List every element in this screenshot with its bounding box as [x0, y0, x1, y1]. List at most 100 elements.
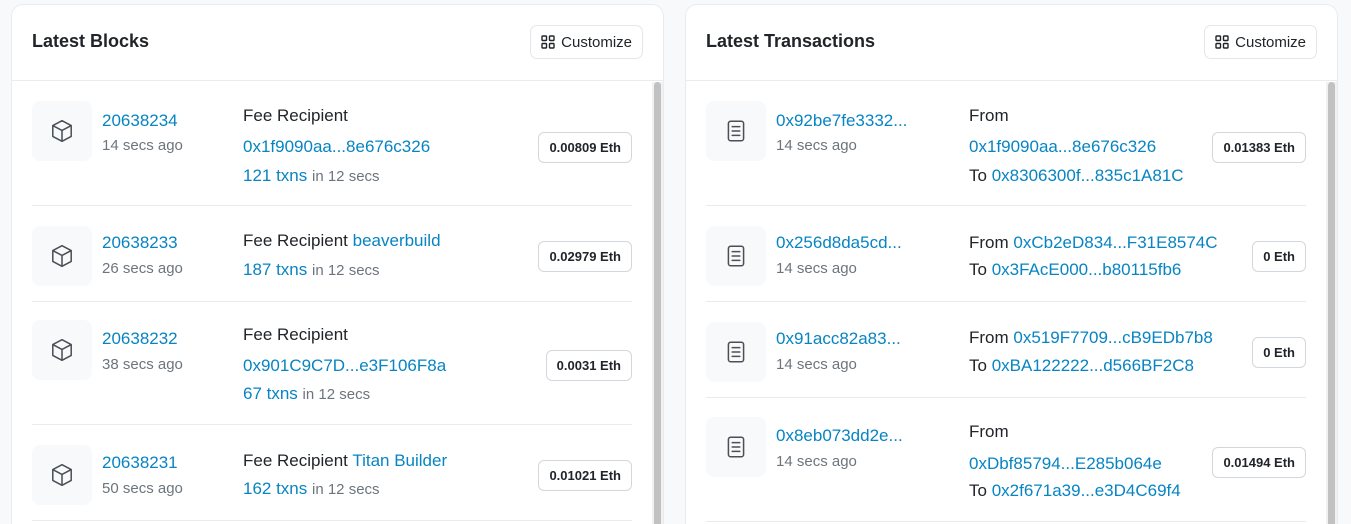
- block-number-link[interactable]: 20638231: [102, 453, 178, 473]
- block-time: in 12 secs: [312, 481, 380, 498]
- latest-blocks-title: Latest Blocks: [32, 31, 150, 51]
- to-address-link[interactable]: 0x8306300f...835c1A81C: [992, 166, 1184, 185]
- block-number-link[interactable]: 20638233: [102, 233, 178, 253]
- transaction-row: 0x8eb073dd2e... 14 secs ago From 0xDbf85…: [706, 398, 1306, 522]
- block-age: 26 secs ago: [102, 260, 183, 277]
- transaction-row: 0x256d8da5cd... 14 secs ago From 0xCb2eD…: [706, 206, 1306, 302]
- block-row: 20638232 38 secs ago Fee Recipient 0x901…: [32, 302, 632, 425]
- block-number-link[interactable]: 20638232: [102, 329, 178, 349]
- latest-transactions-card: Latest Transactions Customize 0x92be7fe3…: [685, 4, 1338, 524]
- to-label: To: [969, 166, 987, 185]
- from-line: From 0x519F7709...cB9EDb7b8: [969, 328, 1213, 348]
- fee-recipient-label: Fee Recipient: [243, 106, 348, 125]
- block-time: in 12 secs: [302, 386, 371, 403]
- fee-recipient-link[interactable]: beaverbuild: [353, 231, 441, 250]
- document-icon: [727, 120, 745, 142]
- block-txns-link[interactable]: 67 txns: [243, 384, 298, 403]
- block-txns-link[interactable]: 121 txns: [243, 166, 307, 185]
- transaction-hash-link[interactable]: 0x8eb073dd2e...: [776, 426, 903, 446]
- document-icon: [727, 341, 745, 363]
- block-txns-link[interactable]: 187 txns: [243, 260, 307, 279]
- transaction-age: 14 secs ago: [776, 260, 857, 277]
- from-address-link[interactable]: 0x1f9090aa...8e676c326: [969, 137, 1156, 157]
- to-label: To: [969, 260, 987, 279]
- transaction-value-badge: 0 Eth: [1252, 241, 1306, 272]
- transaction-hash-link[interactable]: 0x91acc82a83...: [776, 329, 901, 349]
- block-reward-badge: 0.0031 Eth: [545, 350, 632, 381]
- blocks-customize-button[interactable]: Customize: [530, 25, 643, 59]
- to-line: To 0x2f671a39...e3D4C69f4: [969, 481, 1181, 501]
- fee-recipient-link[interactable]: Titan Builder: [352, 451, 447, 470]
- cube-icon: [52, 244, 72, 268]
- fee-recipient-link[interactable]: 0x901C9C7D...e3F106F8a: [243, 356, 446, 376]
- transactions-customize-label: Customize: [1235, 33, 1306, 51]
- block-txns: 121 txns in 12 secs: [243, 166, 380, 186]
- block-tile: [32, 320, 92, 380]
- latest-transactions-title: Latest Transactions: [706, 31, 876, 51]
- transaction-tile: [706, 417, 766, 477]
- block-tile: [32, 101, 92, 161]
- fee-recipient-link[interactable]: 0x1f9090aa...8e676c326: [243, 137, 430, 157]
- to-address-link[interactable]: 0x2f671a39...e3D4C69f4: [992, 481, 1181, 500]
- from-address-link[interactable]: 0xCb2eD834...F31E8574C: [1013, 233, 1217, 252]
- from-line: From 0xCb2eD834...F31E8574C: [969, 233, 1218, 253]
- to-line: To 0x8306300f...835c1A81C: [969, 166, 1184, 186]
- transactions-customize-button[interactable]: Customize: [1204, 25, 1317, 59]
- blocks-customize-label: Customize: [561, 33, 632, 51]
- grid-icon: [1215, 35, 1229, 49]
- from-label: From: [969, 233, 1009, 252]
- to-label: To: [969, 356, 987, 375]
- block-tile: [32, 445, 92, 505]
- from-label: From: [969, 106, 1009, 125]
- block-time: in 12 secs: [312, 262, 380, 279]
- to-line: To 0xBA122222...d566BF2C8: [969, 356, 1194, 376]
- to-line: To 0x3FAcE000...b80115fb6: [969, 260, 1181, 280]
- cube-icon: [52, 338, 72, 362]
- from-address-link[interactable]: 0x519F7709...cB9EDb7b8: [1013, 328, 1212, 347]
- latest-transactions-header: Latest Transactions Customize: [686, 5, 1337, 81]
- transaction-row: 0x92be7fe3332... 14 secs ago From 0x1f90…: [706, 82, 1306, 206]
- document-icon: [727, 245, 745, 267]
- to-address-link[interactable]: 0x3FAcE000...b80115fb6: [992, 260, 1182, 279]
- transaction-age: 14 secs ago: [776, 356, 857, 373]
- transaction-tile: [706, 322, 766, 382]
- transactions-scrollbar-thumb[interactable]: [1328, 82, 1335, 524]
- block-tile: [32, 226, 92, 286]
- grid-icon: [541, 35, 555, 49]
- transaction-hash-link[interactable]: 0x256d8da5cd...: [776, 233, 902, 253]
- transaction-tile: [706, 226, 766, 286]
- cube-icon: [52, 463, 72, 487]
- block-row: 20638233 26 secs ago Fee Recipient beave…: [32, 206, 632, 302]
- from-label: From: [969, 422, 1009, 441]
- block-number-link[interactable]: 20638234: [102, 111, 178, 131]
- transaction-hash-link[interactable]: 0x92be7fe3332...: [776, 111, 907, 131]
- transaction-value-badge: 0 Eth: [1252, 337, 1306, 368]
- document-icon: [727, 436, 745, 458]
- block-reward-badge: 0.02979 Eth: [538, 241, 632, 272]
- block-txns-link[interactable]: 162 txns: [243, 479, 307, 498]
- blocks-scrollbar[interactable]: [652, 82, 663, 524]
- block-age: 50 secs ago: [102, 480, 183, 497]
- cube-icon: [52, 119, 72, 143]
- fee-recipient-label: Fee Recipient: [243, 231, 348, 250]
- block-time: in 12 secs: [312, 168, 380, 185]
- blocks-scrollbar-thumb[interactable]: [654, 82, 661, 524]
- fee-recipient-label: Fee Recipient: [243, 451, 348, 470]
- transactions-scrollbar[interactable]: [1326, 82, 1337, 524]
- transaction-age: 14 secs ago: [776, 137, 857, 154]
- latest-blocks-header: Latest Blocks Customize: [12, 5, 663, 81]
- from-label: From: [969, 328, 1009, 347]
- fee-recipient-line: Fee Recipient beaverbuild: [243, 231, 441, 251]
- block-reward-badge: 0.01021 Eth: [538, 460, 632, 491]
- latest-blocks-card: Latest Blocks Customize 20638234 14 secs…: [11, 4, 664, 524]
- block-age: 38 secs ago: [102, 356, 183, 373]
- transaction-row: 0x91acc82a83... 14 secs ago From 0x519F7…: [706, 302, 1306, 398]
- block-txns: 187 txns in 12 secs: [243, 260, 380, 280]
- block-reward-badge: 0.00809 Eth: [538, 132, 632, 163]
- fee-recipient-label: Fee Recipient: [243, 325, 348, 344]
- transaction-tile: [706, 101, 766, 161]
- block-row: 20638231 50 secs ago Fee Recipient Titan…: [32, 425, 632, 521]
- to-address-link[interactable]: 0xBA122222...d566BF2C8: [992, 356, 1194, 375]
- transaction-value-badge: 0.01494 Eth: [1212, 447, 1306, 478]
- from-address-link[interactable]: 0xDbf85794...E285b064e: [969, 454, 1162, 474]
